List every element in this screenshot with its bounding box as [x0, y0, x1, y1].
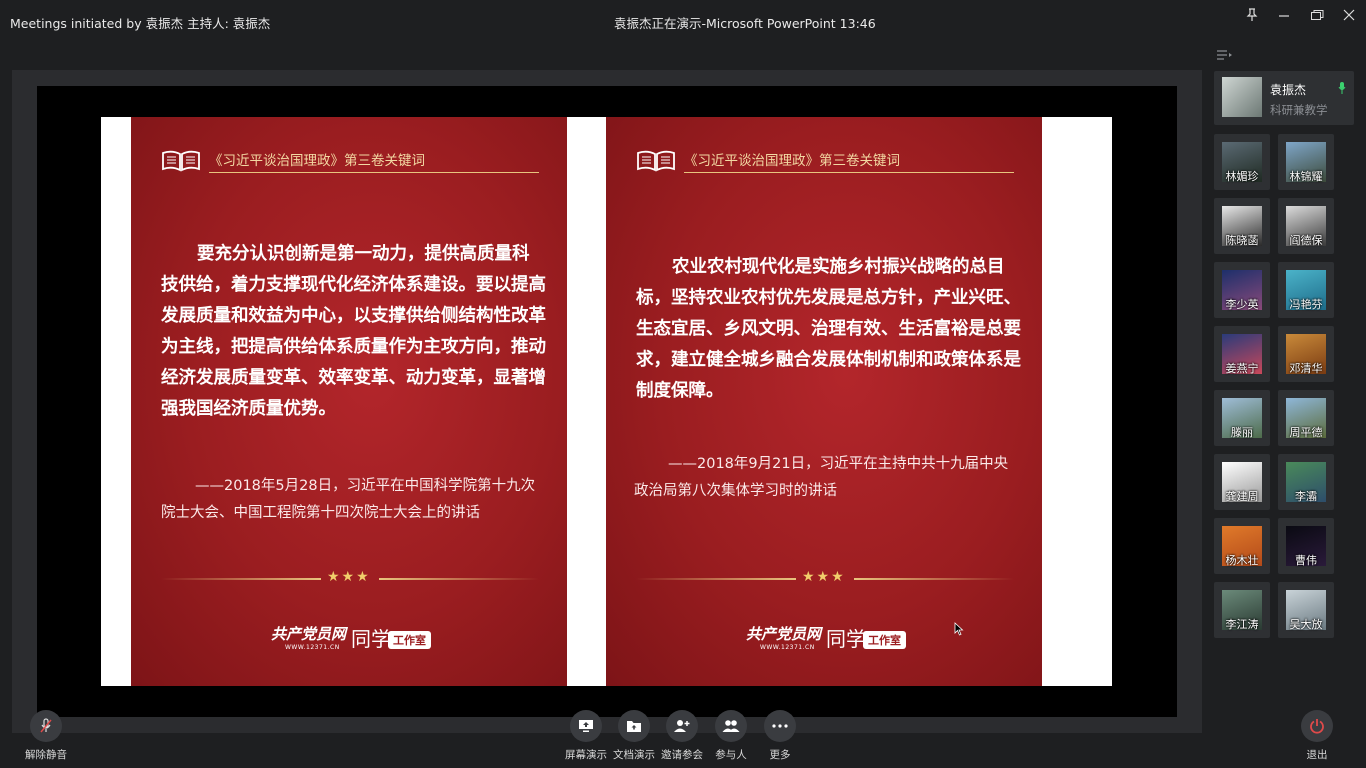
invite-button[interactable]: 邀请参会 — [654, 710, 710, 766]
slide-header: 《习近平谈治国理政》第三卷关键词 — [161, 145, 541, 175]
participant-name: 周平德 — [1289, 426, 1323, 439]
restore-icon[interactable] — [1306, 6, 1328, 24]
mouse-cursor-icon — [954, 622, 964, 636]
pin-icon[interactable] — [1241, 6, 1263, 24]
participant-tile[interactable]: 林媚珍 — [1214, 134, 1270, 190]
slide-header-title: 《习近平谈治国理政》第三卷关键词 — [684, 153, 900, 169]
participant-tile[interactable]: 冯艳芬 — [1278, 262, 1334, 318]
host-role: 科研兼教学 — [1270, 103, 1328, 117]
participant-tile[interactable]: 吴大放 — [1278, 582, 1334, 638]
participant-tile[interactable]: 邓清华 — [1278, 326, 1334, 382]
logo-badge: 工作室 — [388, 631, 431, 649]
logo-url: WWW.12371.CN — [760, 644, 815, 651]
participant-name: 曹伟 — [1295, 554, 1317, 567]
participant-tile[interactable]: 曹伟 — [1278, 518, 1334, 574]
logo-text: 同学 — [351, 627, 391, 651]
screen-share-icon — [570, 710, 602, 742]
footer-logo: 共产党员网 WWW.12371.CN 同学 工作室 — [271, 623, 451, 653]
close-icon[interactable] — [1338, 6, 1360, 24]
participant-name: 滕丽 — [1231, 426, 1253, 439]
host-name: 袁振杰 — [1270, 83, 1307, 97]
stars-icon: ★★★ — [802, 569, 846, 585]
participant-name: 龚建周 — [1225, 490, 1259, 503]
logo-calligraphy: 共产党员网 — [746, 625, 822, 643]
host-video-card[interactable]: 袁振杰 科研兼教学 — [1214, 71, 1354, 125]
unmute-button[interactable]: 解除静音 — [18, 710, 74, 766]
slide-body-text: 农业农村现代化是实施乡村振兴战略的总目标，坚持农业农村优先发展是总方针，产业兴旺… — [636, 257, 1021, 401]
book-icon — [637, 150, 675, 172]
star-divider: ★★★ — [161, 569, 539, 589]
microphone-muted-icon — [30, 710, 62, 742]
participant-name: 陈晓菡 — [1225, 234, 1259, 247]
participants-button[interactable]: 参与人 — [703, 710, 759, 766]
participant-name: 吴大放 — [1289, 618, 1323, 631]
participant-tile[interactable]: 姜燕宁 — [1214, 326, 1270, 382]
participant-name: 杨木壮 — [1225, 554, 1259, 567]
more-icon — [764, 710, 796, 742]
participant-tile[interactable]: 李江涛 — [1214, 582, 1270, 638]
participant-tile[interactable]: 周平德 — [1278, 390, 1334, 446]
slide-panel-left: 《习近平谈治国理政》第三卷关键词 要充分认识创新是第一动力，提供高质量科技供给，… — [131, 117, 567, 686]
more-label: 更多 — [769, 749, 791, 761]
leave-label: 退出 — [1306, 749, 1328, 761]
participant-tile[interactable]: 滕丽 — [1214, 390, 1270, 446]
participant-tile[interactable]: 龚建周 — [1214, 454, 1270, 510]
participant-name: 林锦耀 — [1289, 170, 1323, 183]
header-rule — [684, 172, 1014, 173]
participant-name: 林媚珍 — [1225, 170, 1259, 183]
participant-name: 冯艳芬 — [1289, 298, 1323, 311]
logo-badge: 工作室 — [863, 631, 906, 649]
participant-tile[interactable]: 李少英 — [1214, 262, 1270, 318]
collapse-list-icon[interactable] — [1216, 46, 1234, 65]
add-user-icon — [666, 710, 698, 742]
participant-name: 李江涛 — [1225, 618, 1259, 631]
folder-share-icon — [618, 710, 650, 742]
participants-label: 参与人 — [715, 749, 747, 761]
participant-name: 阎德保 — [1289, 234, 1323, 247]
microphone-active-icon — [1338, 82, 1346, 94]
participant-tile[interactable]: 杨木壮 — [1214, 518, 1270, 574]
power-icon — [1301, 710, 1333, 742]
footer-logo: 共产党员网 WWW.12371.CN 同学 工作室 — [746, 623, 926, 653]
more-button[interactable]: 更多 — [752, 710, 808, 766]
participant-tile[interactable]: 李灞 — [1278, 454, 1334, 510]
header-rule — [209, 172, 539, 173]
logo-url: WWW.12371.CN — [285, 644, 340, 651]
participant-name: 邓清华 — [1289, 362, 1323, 375]
slide-panel-right: 《习近平谈治国理政》第三卷关键词 农业农村现代化是实施乡村振兴战略的总目标，坚持… — [606, 117, 1042, 686]
participant-name: 李灞 — [1295, 490, 1317, 503]
slide: 《习近平谈治国理政》第三卷关键词 要充分认识创新是第一动力，提供高质量科技供给，… — [101, 117, 1112, 686]
unmute-label: 解除静音 — [25, 749, 67, 761]
title-bar: Meetings initiated by 袁振杰 主持人: 袁振杰 袁振杰正在… — [0, 0, 1366, 40]
participant-tile[interactable]: 林锦耀 — [1278, 134, 1334, 190]
leave-button[interactable]: 退出 — [1289, 710, 1345, 766]
participant-name: 李少英 — [1225, 298, 1259, 311]
stars-icon: ★★★ — [327, 569, 371, 585]
invite-label: 邀请参会 — [661, 749, 703, 761]
book-icon — [162, 150, 200, 172]
participant-name: 姜燕宁 — [1225, 362, 1259, 375]
participants-icon — [715, 710, 747, 742]
logo-calligraphy: 共产党员网 — [271, 625, 347, 643]
participant-tile[interactable]: 阎德保 — [1278, 198, 1334, 254]
participant-tile[interactable]: 陈晓菡 — [1214, 198, 1270, 254]
minimize-icon[interactable] — [1273, 6, 1295, 24]
avatar — [1222, 77, 1262, 117]
slide-quote: ——2018年5月28日，习近平在中国科学院第十九次院士大会、中国工程院第十四次… — [161, 478, 536, 521]
logo-text: 同学 — [826, 627, 866, 651]
meeting-title: Meetings initiated by 袁振杰 主持人: 袁振杰 — [10, 16, 271, 31]
slide-header: 《习近平谈治国理政》第三卷关键词 — [636, 145, 1016, 175]
slide-body-text: 要充分认识创新是第一动力，提供高质量科技供给，着力支撑现代化经济体系建设。要以提… — [161, 244, 546, 419]
slide-header-title: 《习近平谈治国理政》第三卷关键词 — [209, 153, 425, 169]
star-divider: ★★★ — [636, 569, 1014, 589]
window-title: 袁振杰正在演示-Microsoft PowerPoint 13:46 — [614, 16, 876, 31]
slide-quote: ——2018年9月21日，习近平在主持中共十九届中央政治局第八次集体学习时的讲话 — [634, 456, 1009, 499]
